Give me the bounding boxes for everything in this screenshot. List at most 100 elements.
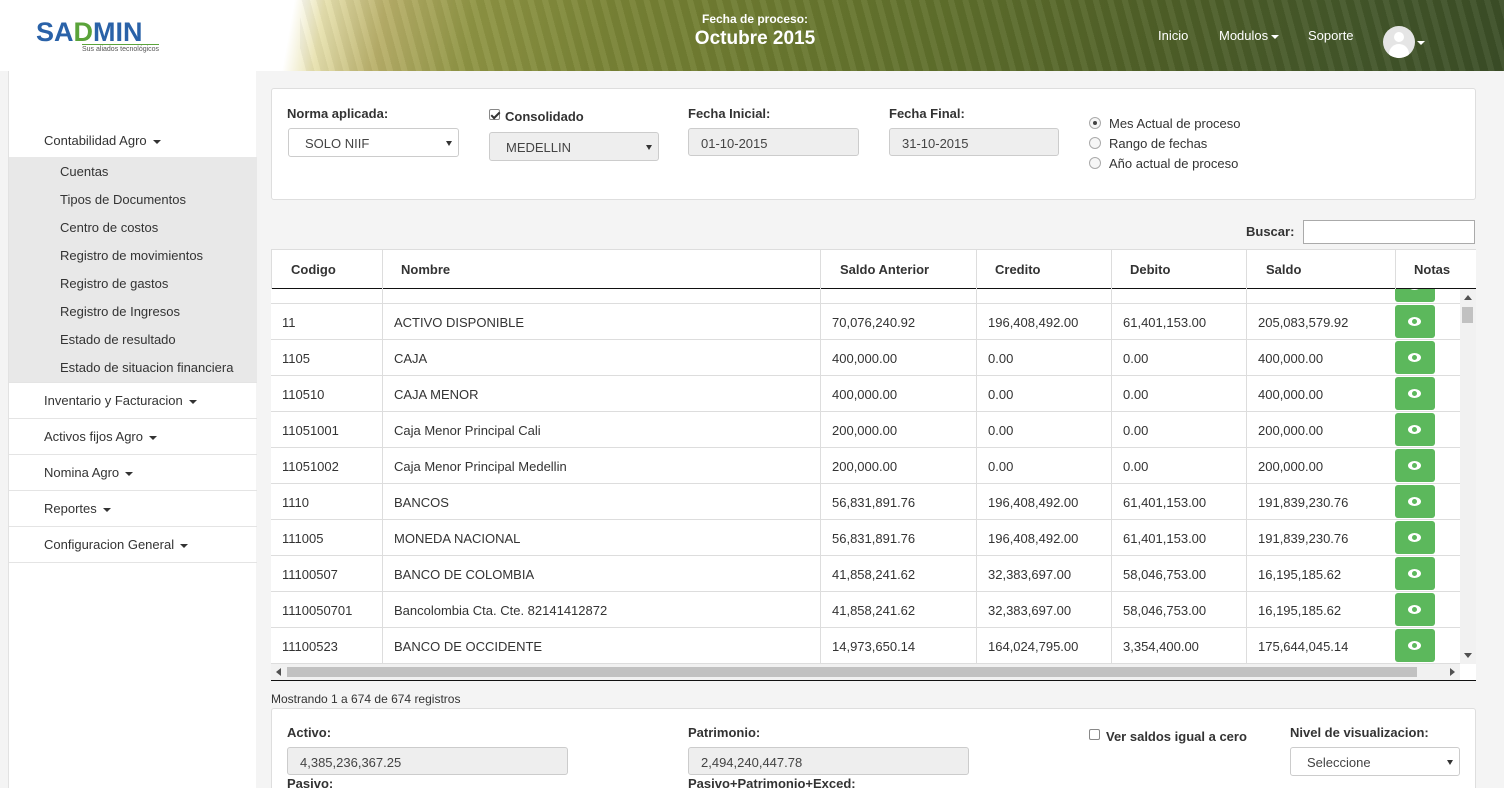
chevron-down-icon	[188, 399, 197, 404]
search-input[interactable]	[1303, 220, 1475, 244]
cell-nombre: BANCO DE COLOMBIA	[382, 556, 820, 592]
cell-nombre: CAJA	[382, 340, 820, 376]
cell-codigo: 11100523	[282, 639, 338, 654]
table-row[interactable]: 111005 MONEDA NACIONAL 56,831,891.76 196…	[271, 520, 1460, 556]
user-avatar[interactable]	[1383, 26, 1415, 58]
chevron-down-icon	[152, 139, 161, 144]
sidebar-item-registro-movimientos[interactable]: Registro de movimientos	[60, 248, 203, 263]
view-notes-button[interactable]	[1395, 341, 1435, 374]
chevron-down-icon	[125, 471, 134, 476]
radio-anio-actual[interactable]	[1089, 157, 1101, 169]
sidebar-item-activos-fijos[interactable]: Activos fijos Agro	[44, 429, 157, 444]
pasivo-patrimonio-label: Pasivo+Patrimonio+Exced:	[688, 776, 856, 788]
view-notes-button[interactable]	[1395, 629, 1435, 662]
summary-panel: Activo: 4,385,236,367.25 Pasivo: Patrimo…	[271, 708, 1476, 788]
sidebar-item-reportes[interactable]: Reportes	[44, 501, 111, 516]
view-notes-button[interactable]	[1395, 449, 1435, 482]
view-notes-button[interactable]	[1395, 557, 1435, 590]
view-notes-button[interactable]	[1395, 521, 1435, 554]
sidebar-item-registro-ingresos[interactable]: Registro de Ingresos	[60, 304, 180, 319]
norma-select[interactable]: SOLO NIIF	[288, 128, 459, 157]
scroll-right-icon[interactable]	[1450, 668, 1455, 676]
sidebar-item-nomina[interactable]: Nomina Agro	[44, 465, 134, 480]
cell-nombre: MONEDA NACIONAL	[382, 520, 820, 556]
column-header-saldo[interactable]: Saldo	[1246, 250, 1395, 289]
process-date: Fecha de proceso: Octubre 2015	[690, 12, 820, 50]
cell-nombre: BANCO DE OCCIDENTE	[382, 628, 820, 664]
eye-icon	[1408, 389, 1421, 398]
sidebar-item-inventario[interactable]: Inventario y Facturacion	[44, 393, 197, 408]
fecha-final-input[interactable]: 31-10-2015	[889, 128, 1059, 156]
view-notes-button[interactable]	[1395, 305, 1435, 338]
sidebar-item-tipos-documentos[interactable]: Tipos de Documentos	[60, 192, 186, 207]
sidebar-item-cuentas[interactable]: Cuentas	[60, 164, 108, 179]
table-row[interactable]: 11 ACTIVO DISPONIBLE 70,076,240.92 196,4…	[271, 304, 1460, 340]
table-row[interactable]: 11051001 Caja Menor Principal Cali 200,0…	[271, 412, 1460, 448]
cell-debito: 0.00	[1111, 376, 1246, 412]
sidebar-item-contabilidad-agro[interactable]: Contabilidad Agro	[44, 133, 161, 148]
cell-saldo-anterior: 70,076,240.92	[820, 304, 976, 340]
chevron-down-icon[interactable]	[1417, 41, 1425, 45]
nav-inicio[interactable]: Inicio	[1158, 28, 1188, 43]
radio-mes-actual-label: Mes Actual de proceso	[1109, 116, 1241, 131]
sidebar-item-estado-resultado[interactable]: Estado de resultado	[60, 332, 176, 347]
scroll-thumb[interactable]	[287, 667, 1417, 677]
table-divider	[271, 680, 1476, 681]
view-notes-button[interactable]	[1395, 485, 1435, 518]
chevron-down-icon	[1271, 34, 1280, 39]
radio-mes-actual[interactable]	[1089, 117, 1101, 129]
eye-icon	[1408, 317, 1421, 326]
scroll-up-icon[interactable]	[1464, 295, 1472, 300]
scroll-left-icon[interactable]	[276, 668, 281, 676]
table-row[interactable]: 11051002 Caja Menor Principal Medellin 2…	[271, 448, 1460, 484]
sidebar-item-centro-costos[interactable]: Centro de costos	[60, 220, 158, 235]
scroll-down-icon[interactable]	[1464, 653, 1472, 658]
table-row[interactable]: 110510 CAJA MENOR 400,000.00 0.00 0.00 4…	[271, 376, 1460, 412]
cell-nombre: ACTIVO DISPONIBLE	[382, 304, 820, 340]
sidebar-item-registro-gastos[interactable]: Registro de gastos	[60, 276, 168, 291]
nivel-visualizacion-select[interactable]: Seleccione	[1290, 747, 1460, 776]
nav-soporte[interactable]: Soporte	[1308, 28, 1354, 43]
sadmin-logo[interactable]: SADMIN Sus aliados tecnológicos	[36, 18, 176, 58]
cell-saldo: 175,644,045.14	[1246, 628, 1395, 664]
scroll-thumb[interactable]	[1462, 307, 1473, 323]
cell-credito: 32,383,697.00	[976, 592, 1111, 628]
column-header-nombre[interactable]: Nombre	[382, 250, 820, 289]
cell-nombre: Caja Menor Principal Medellin	[382, 448, 820, 484]
sede-select[interactable]: MEDELLIN	[489, 132, 659, 161]
column-header-notas[interactable]: Notas	[1395, 250, 1476, 289]
consolidado-checkbox[interactable]	[489, 109, 500, 120]
view-notes-button[interactable]	[1395, 593, 1435, 626]
sidebar-item-estado-situacion[interactable]: Estado de situacion financiera	[60, 360, 233, 375]
column-header-codigo[interactable]: Codigo	[271, 250, 382, 289]
table-row[interactable]: 11100523 BANCO DE OCCIDENTE 14,973,650.1…	[271, 628, 1460, 664]
cell-codigo: 11051001	[282, 423, 339, 438]
fecha-inicial-input[interactable]: 01-10-2015	[688, 128, 859, 156]
ver-saldos-cero-checkbox[interactable]	[1089, 729, 1100, 740]
patrimonio-value: 2,494,240,447.78	[688, 747, 969, 775]
chevron-down-icon	[446, 141, 452, 146]
table-row[interactable]: 11100507 BANCO DE COLOMBIA 41,858,241.62…	[271, 556, 1460, 592]
table-horizontal-scrollbar[interactable]	[271, 664, 1460, 680]
pasivo-label: Pasivo:	[287, 776, 334, 788]
process-date-value: Octubre 2015	[694, 28, 816, 49]
view-notes-button[interactable]	[1395, 289, 1435, 302]
radio-rango-fechas[interactable]	[1089, 137, 1101, 149]
table-vertical-scrollbar[interactable]	[1460, 289, 1476, 664]
view-notes-button[interactable]	[1395, 377, 1435, 410]
table-row[interactable]: 1110 BANCOS 56,831,891.76 196,408,492.00…	[271, 484, 1460, 520]
activo-value: 4,385,236,367.25	[287, 747, 568, 775]
table-row[interactable]: 1110050701 Bancolombia Cta. Cte. 8214141…	[271, 592, 1460, 628]
cell-codigo: 111005	[282, 531, 324, 546]
column-header-credito[interactable]: Credito	[976, 250, 1111, 289]
cell-saldo: 16,195,185.62	[1246, 592, 1395, 628]
view-notes-button[interactable]	[1395, 413, 1435, 446]
column-header-debito[interactable]: Debito	[1111, 250, 1246, 289]
column-header-saldo-anterior[interactable]: Saldo Anterior	[820, 250, 976, 289]
records-info: Mostrando 1 a 674 de 674 registros	[271, 692, 461, 706]
nav-modulos[interactable]: Modulos	[1219, 28, 1280, 43]
cell-codigo: 11	[282, 315, 296, 330]
sidebar-item-configuracion[interactable]: Configuracion General	[44, 537, 189, 552]
chevron-down-icon	[180, 543, 189, 548]
table-row[interactable]: 1105 CAJA 400,000.00 0.00 0.00 400,000.0…	[271, 340, 1460, 376]
